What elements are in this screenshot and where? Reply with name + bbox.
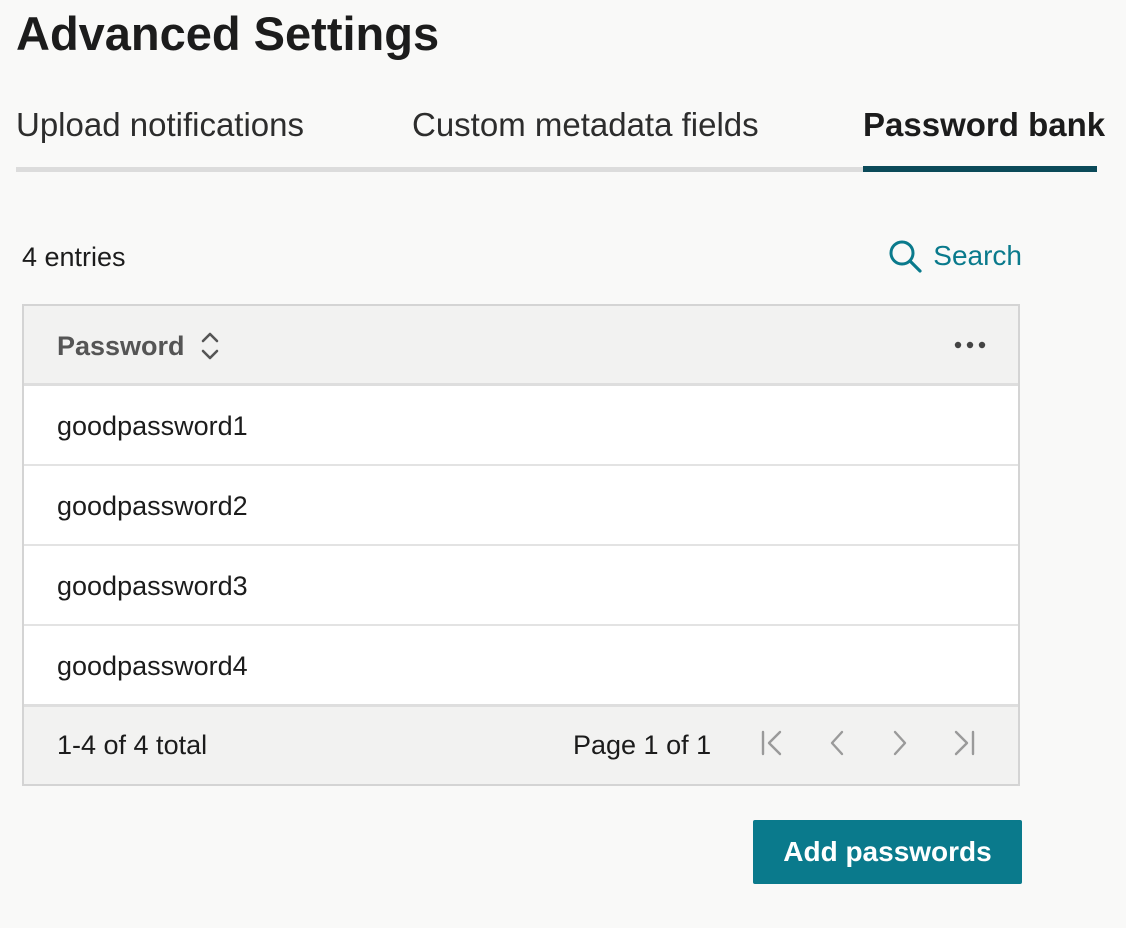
table-row[interactable]: goodpassword3 (24, 546, 1018, 626)
column-options-button[interactable] (952, 328, 988, 364)
search-icon (887, 238, 923, 274)
tab-upload-notifications[interactable]: Upload notifications (16, 96, 304, 172)
password-cell: goodpassword4 (57, 651, 248, 681)
table-row[interactable]: goodpassword2 (24, 466, 1018, 546)
first-page-icon (759, 728, 785, 763)
table-header: Password (24, 306, 1018, 386)
tab-label: Custom metadata fields (412, 106, 759, 143)
last-page-button[interactable] (946, 727, 982, 763)
password-cell: goodpassword2 (57, 491, 248, 521)
tab-label: Upload notifications (16, 106, 305, 143)
column-header-password[interactable]: Password (57, 306, 219, 386)
tab-custom-metadata-fields[interactable]: Custom metadata fields (412, 96, 759, 172)
password-cell: goodpassword3 (57, 571, 248, 601)
column-header-label: Password (57, 330, 185, 361)
more-horizontal-icon (953, 337, 987, 355)
sort-icon (201, 330, 219, 362)
table-row[interactable]: goodpassword1 (24, 386, 1018, 466)
tab-password-bank[interactable]: Password bank (863, 96, 1105, 172)
active-tab-indicator (863, 166, 1097, 172)
search-button[interactable]: Search (887, 234, 1022, 278)
chevron-left-icon (827, 728, 847, 763)
first-page-button[interactable] (754, 727, 790, 763)
last-page-icon (951, 728, 977, 763)
advanced-settings-page: Advanced Settings Upload notifications C… (0, 0, 1126, 928)
table-footer: 1-4 of 4 total Page 1 of 1 (24, 704, 1018, 784)
previous-page-button[interactable] (819, 727, 855, 763)
table-row[interactable]: goodpassword4 (24, 626, 1018, 706)
search-label: Search (933, 240, 1022, 271)
total-count: 1-4 of 4 total (57, 730, 208, 760)
page-title: Advanced Settings (16, 7, 440, 60)
password-cell: goodpassword1 (57, 411, 248, 441)
page-info: Page 1 of 1 (573, 730, 712, 760)
tab-bar: Upload notifications Custom metadata fie… (16, 96, 1105, 176)
next-page-button[interactable] (882, 727, 918, 763)
add-passwords-button[interactable]: Add passwords (753, 820, 1022, 884)
tab-label: Password bank (863, 106, 1106, 143)
chevron-right-icon (890, 728, 910, 763)
entries-count: 4 entries (22, 242, 126, 272)
password-table: Password goodpassword1 goodpassword2 goo… (22, 304, 1020, 786)
